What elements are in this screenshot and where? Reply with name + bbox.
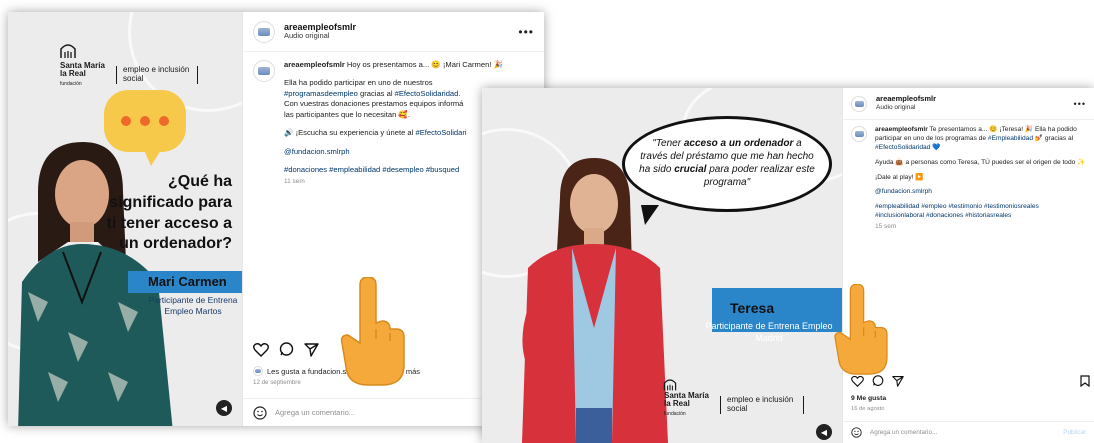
logo-name: Santa María la Real — [60, 61, 105, 79]
post-media-mari-carmen[interactable]: Santa María la Real fundación empleo e in… — [8, 12, 242, 426]
fundacion-logo-text: Santa María la Real fundación empleo e in… — [60, 61, 198, 87]
post-media-teresa[interactable]: "Tener acceso a un ordenador a través de… — [482, 88, 842, 443]
post-header: areaempleofsmlr Audio original ••• — [843, 88, 1094, 120]
avatar[interactable] — [253, 20, 275, 43]
hashtags-link[interactable]: #donaciones #empleabilidad #desempleo #b… — [284, 165, 459, 174]
likes-avatar — [253, 366, 263, 376]
post-date: 12 de septiembre — [253, 379, 301, 386]
post-date: 16 de agosto — [851, 406, 885, 412]
more-options-icon[interactable]: ••• — [1074, 99, 1086, 109]
quote-bold: acceso a un ordenador — [683, 138, 794, 150]
hashtags-link[interactable]: #empleabilidad #empleo #testimonio #test… — [875, 203, 1039, 219]
hand-pointer-icon — [834, 284, 888, 375]
caption-p3: ¡Dale al play! ▶️ — [875, 173, 924, 181]
logo-name: Santa María la Real — [664, 391, 709, 409]
header-audio[interactable]: Audio original — [876, 104, 936, 111]
caption-p1c: Con vuestras donaciones prestamos equipo… — [284, 99, 464, 109]
quote-part: para poder realizar este programa" — [703, 164, 815, 188]
publish-button[interactable]: Publicar — [1063, 429, 1086, 436]
heart-icon[interactable] — [253, 342, 269, 357]
emoji-icon[interactable] — [253, 405, 267, 420]
heart-icon[interactable] — [851, 375, 864, 387]
instagram-post-card-mari-carmen: Santa María la Real fundación empleo e in… — [8, 12, 544, 426]
participant-name: Mari Carmen — [148, 274, 227, 289]
logo-tagline: empleo e inclusión social — [123, 65, 190, 83]
hashtag-link[interactable]: #programasdeempleo — [284, 89, 358, 98]
caption-p1d: las participantes que lo necesitan 🥰. — [284, 109, 410, 119]
share-icon[interactable] — [304, 342, 319, 357]
mention-link[interactable]: @fundacion.smlrph — [875, 188, 932, 195]
caption-p1b: gracias al — [360, 88, 393, 98]
participant-role: Participante de Entrena Empleo Madrid — [705, 321, 833, 344]
caption-username[interactable]: areaempleofsmlr — [875, 126, 928, 133]
caption: areaempleofsmlr Te presentamos a... 😊 ¡T… — [843, 120, 1094, 232]
action-bar — [851, 375, 904, 387]
mute-icon[interactable]: ◀ — [216, 400, 232, 416]
comment-input[interactable]: Agrega un comentario... — [275, 408, 355, 417]
more-options-icon[interactable]: ••• — [518, 25, 534, 39]
save-bookmark-icon[interactable] — [1080, 375, 1090, 387]
logo-sub: fundación — [664, 410, 686, 417]
caption-line1: Hoy os presentamos a... 😊 ¡Mari Carmen! … — [346, 60, 503, 69]
share-icon[interactable] — [892, 375, 904, 387]
comment-icon[interactable] — [279, 342, 294, 357]
bubble-dot — [159, 116, 169, 126]
post-header: areaempleofsmlr Audio original ••• — [243, 12, 544, 52]
logo-sub: fundación — [60, 80, 82, 87]
hashtag-link[interactable]: #EfectoSolidari — [415, 128, 466, 137]
caption-avatar[interactable] — [253, 60, 275, 82]
bubble-dot — [140, 116, 150, 126]
mention-link[interactable]: @fundacion.smlrph — [284, 147, 350, 156]
caption-p1: Ella ha podido participar en uno de nues… — [284, 78, 433, 88]
caption-avatar[interactable] — [851, 126, 867, 142]
comment-icon[interactable] — [872, 375, 884, 387]
hashtag-link[interactable]: #EfectoSolidaridad 💙 — [875, 144, 940, 151]
person-photo-teresa — [522, 158, 668, 443]
header-audio[interactable]: Audio original — [284, 32, 356, 41]
header-username[interactable]: areaempleofsmlr — [876, 95, 936, 104]
fundacion-logo-text: Santa María la Real fundación empleo e in… — [664, 391, 804, 417]
screenshot-stage: Santa María la Real fundación empleo e in… — [0, 0, 1094, 443]
hashtag-link[interactable]: #Empleabilidad — [988, 135, 1033, 142]
caption-time: 15 sem — [875, 223, 897, 231]
logo-tagline: empleo e inclusión social — [727, 395, 794, 413]
emoji-icon[interactable] — [851, 427, 862, 438]
post-sidebar: areaempleofsmlr Audio original ••• areae… — [842, 88, 1094, 443]
caption-p2: Ayuda 👜 a personas como Teresa, TÚ puede… — [875, 158, 1086, 166]
action-bar — [253, 342, 319, 357]
caption-username[interactable]: areaempleofsmlr — [284, 60, 345, 69]
avatar[interactable] — [851, 95, 867, 112]
hashtag-link[interactable]: #EfectoSolidaridad. — [395, 89, 461, 98]
question-text: ¿Qué ha significado para ti tener acceso… — [106, 173, 232, 253]
caption-p2: 🔊 ¡Escucha su experiencia y únete al — [284, 128, 414, 138]
likes-count[interactable]: 9 Me gusta — [851, 395, 886, 402]
bubble-dot — [121, 116, 131, 126]
instagram-post-card-teresa: "Tener acceso a un ordenador a través de… — [482, 88, 1094, 443]
comment-input[interactable]: Agrega un comentario... — [870, 429, 937, 436]
participant-name: Teresa — [730, 300, 775, 316]
hand-pointer-icon — [340, 277, 405, 386]
comment-bar: Agrega un comentario... Publicar — [843, 421, 1094, 443]
caption-time: 11 sem — [284, 177, 305, 185]
participant-role: Participante de Entrena Empleo Martos — [148, 295, 238, 317]
quote-part: "Tener — [652, 138, 684, 150]
caption-line1b: 💅 gracias al — [1034, 134, 1074, 142]
mute-icon[interactable]: ◀ — [816, 424, 832, 440]
